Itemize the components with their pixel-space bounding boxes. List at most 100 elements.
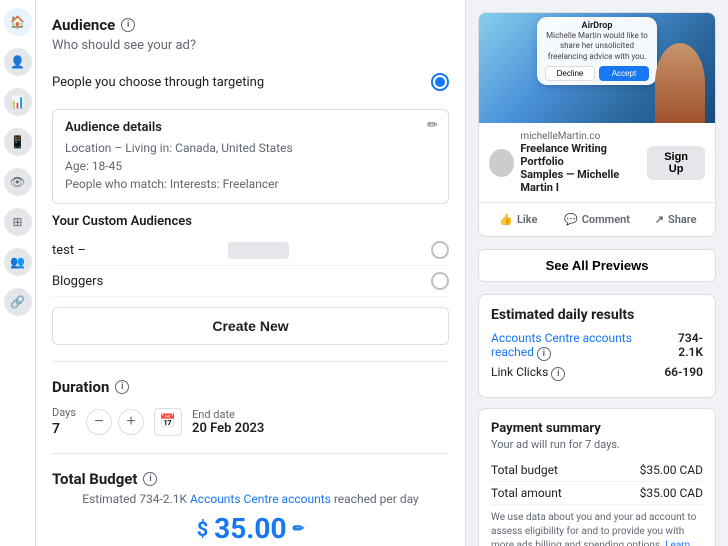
days-label: Days xyxy=(52,406,76,419)
end-date-section: End date 20 Feb 2023 xyxy=(192,408,264,436)
estimated-prefix: Estimated 734-2.1K xyxy=(82,492,187,506)
audience-details-title: Audience details xyxy=(65,120,436,135)
results-accounts-label: Accounts Centre accounts reached i xyxy=(491,331,661,361)
duration-info-icon[interactable]: i xyxy=(115,380,129,394)
duration-title: Duration xyxy=(52,378,109,396)
sidebar-icon-phone[interactable]: 📱 xyxy=(4,128,32,156)
estimated-results-title: Estimated daily results xyxy=(491,307,703,323)
payment-budget-label: Total budget xyxy=(491,463,558,477)
person-silhouette xyxy=(655,43,705,123)
ad-profile-name: Freelance Writing PortfolioSamples — Mic… xyxy=(520,142,647,194)
sidebar-icon-grid[interactable]: ⊞ xyxy=(4,208,32,236)
budget-section: Total Budget i Estimated 734-2.1K Accoun… xyxy=(52,470,449,546)
create-new-button[interactable]: Create New xyxy=(52,307,449,345)
payment-total-value: $35.00 CAD xyxy=(640,486,703,500)
right-panel: AirDrop Michelle Martin would like to sh… xyxy=(466,0,728,546)
end-date-value: 20 Feb 2023 xyxy=(192,421,264,436)
payment-note: We use data about you and your ad accoun… xyxy=(491,511,703,546)
ad-info-row: michelleMartin.co Freelance Writing Port… xyxy=(479,123,715,202)
audience-row-bloggers-name: Bloggers xyxy=(52,274,103,289)
payment-total-label: Total amount xyxy=(491,486,562,500)
results-accounts-value: 734-2.1K xyxy=(661,331,703,361)
results-clicks-label: Link Clicks i xyxy=(491,365,565,381)
ad-preview-image: AirDrop Michelle Martin would like to sh… xyxy=(479,13,715,123)
audience-detail-location: Location – Living in: Canada, United Sta… xyxy=(65,139,436,157)
airdrop-popup: AirDrop Michelle Martin would like to sh… xyxy=(537,17,657,85)
divider-2 xyxy=(52,453,449,454)
see-all-button[interactable]: See All Previews xyxy=(478,249,716,282)
audience-title: Audience xyxy=(52,16,115,34)
main-container: Audience i Who should see your ad? Peopl… xyxy=(36,0,728,546)
targeting-option[interactable]: People you choose through targeting xyxy=(52,65,449,99)
days-block: Days 7 xyxy=(52,406,76,437)
custom-audiences-label: Your Custom Audiences xyxy=(52,214,449,229)
audience-row-test: test – xyxy=(52,235,449,266)
sidebar-icon-home[interactable]: 🏠 xyxy=(4,8,32,36)
sidebar-icon-eye[interactable]: 👁 xyxy=(4,168,32,196)
calendar-icon[interactable]: 📅 xyxy=(154,408,182,436)
estimated-results-section: Estimated daily results Accounts Centre … xyxy=(478,294,716,398)
avatar xyxy=(489,149,514,177)
currency-symbol: $ xyxy=(197,517,208,541)
comment-button[interactable]: 💬 Comment xyxy=(558,209,637,230)
audience-detail-age: Age: 18-45 xyxy=(65,157,436,175)
payment-budget-value: $35.00 CAD xyxy=(640,463,703,477)
targeting-label: People you choose through targeting xyxy=(52,75,264,90)
share-icon: ↗ xyxy=(655,213,664,226)
accounts-centre-results-link[interactable]: Accounts Centre accounts reached xyxy=(491,331,632,359)
audience-row-test-radio[interactable] xyxy=(431,241,449,259)
ad-preview-card: AirDrop Michelle Martin would like to sh… xyxy=(478,12,716,237)
budget-edit-icon[interactable]: ✏ xyxy=(293,521,305,537)
duration-row: Days 7 − + 📅 End date 20 Feb 2023 xyxy=(52,406,449,437)
ad-profile-info: michelleMartin.co Freelance Writing Port… xyxy=(520,131,647,194)
share-label: Share xyxy=(668,213,697,226)
budget-title: Total Budget xyxy=(52,470,137,488)
like-button[interactable]: 👍 Like xyxy=(479,209,558,230)
like-label: Like xyxy=(517,213,537,226)
sidebar-icon-link[interactable]: 🔗 xyxy=(4,288,32,316)
payment-subtitle: Your ad will run for 7 days. xyxy=(491,438,703,451)
decline-button[interactable]: Decline xyxy=(545,66,595,81)
budget-info-icon[interactable]: i xyxy=(143,472,157,486)
increment-button[interactable]: + xyxy=(118,409,144,435)
airdrop-text: Michelle Martin would like to share her … xyxy=(545,31,649,62)
ad-profile: michelleMartin.co Freelance Writing Port… xyxy=(489,131,647,194)
days-value: 7 xyxy=(52,421,76,437)
edit-icon[interactable]: ✏ xyxy=(427,118,438,133)
results-clicks-info-icon[interactable]: i xyxy=(551,367,565,381)
like-icon: 👍 xyxy=(499,213,513,226)
estimated-text: Estimated 734-2.1K Accounts Centre accou… xyxy=(52,492,449,506)
audience-details-box: ✏ Audience details Location – Living in:… xyxy=(52,109,449,204)
results-accounts-info-icon[interactable]: i xyxy=(537,347,551,361)
sidebar-icon-users[interactable]: 👥 xyxy=(4,248,32,276)
airdrop-buttons: Decline Accept xyxy=(545,66,649,81)
sidebar-icon-person[interactable]: 👤 xyxy=(4,48,32,76)
sidebar-icon-chart[interactable]: 📊 xyxy=(4,88,32,116)
results-row-clicks: Link Clicks i 66-190 xyxy=(491,365,703,381)
budget-value: 35.00 xyxy=(214,512,286,545)
audience-subtitle: Who should see your ad? xyxy=(52,38,449,53)
duration-section: Duration i Days 7 − + 📅 End date 20 Feb … xyxy=(52,378,449,437)
audience-row-bloggers: Bloggers xyxy=(52,266,449,297)
estimated-suffix: reached per day xyxy=(334,492,419,506)
accept-button[interactable]: Accept xyxy=(599,66,649,81)
signup-button[interactable]: Sign Up xyxy=(647,146,705,180)
share-button[interactable]: ↗ Share xyxy=(636,209,715,230)
payment-title: Payment summary xyxy=(491,421,703,436)
audience-row-test-name: test – xyxy=(52,243,86,258)
budget-amount-display: $ 35.00 ✏ xyxy=(52,512,449,545)
audience-info-icon[interactable]: i xyxy=(121,18,135,32)
payment-row-total: Total amount $35.00 CAD xyxy=(491,482,703,505)
audience-section: Audience i Who should see your ad? Peopl… xyxy=(52,16,449,345)
results-clicks-value: 66-190 xyxy=(664,365,703,381)
comment-label: Comment xyxy=(582,213,630,226)
accounts-centre-link[interactable]: Accounts Centre accounts xyxy=(190,492,331,506)
decrement-button[interactable]: − xyxy=(86,409,112,435)
end-date-label: End date xyxy=(192,408,264,421)
ad-profile-url: michelleMartin.co xyxy=(520,131,647,142)
divider-1 xyxy=(52,361,449,362)
payment-section: Payment summary Your ad will run for 7 d… xyxy=(478,408,716,546)
targeting-radio[interactable] xyxy=(431,73,449,91)
sidebar: 🏠 👤 📊 📱 👁 ⊞ 👥 🔗 xyxy=(0,0,36,546)
audience-row-bloggers-radio[interactable] xyxy=(431,272,449,290)
